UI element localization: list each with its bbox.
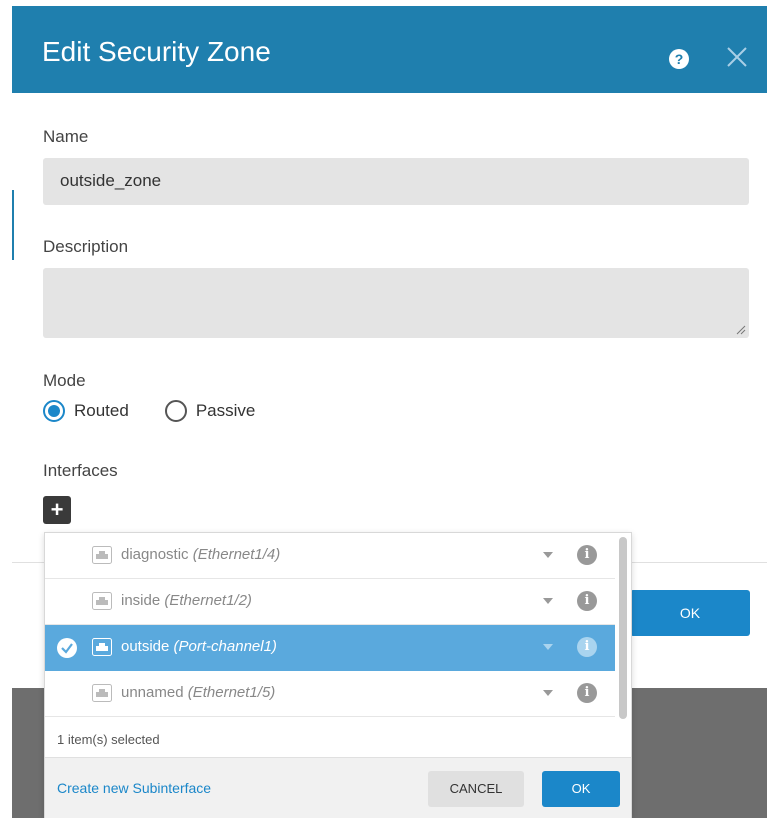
resize-grip-icon[interactable]: [736, 325, 746, 335]
description-label: Description: [43, 237, 129, 256]
picker-cancel-button[interactable]: CANCEL: [428, 771, 524, 807]
interfaces-label: Interfaces: [43, 461, 118, 480]
interface-icon: [92, 592, 112, 610]
name-input-value: outside_zone: [60, 171, 162, 190]
close-icon[interactable]: [724, 44, 750, 70]
mode-option-label: Passive: [195, 401, 256, 420]
chevron-down-icon[interactable]: [543, 598, 553, 604]
interface-icon: [92, 684, 112, 702]
info-icon[interactable]: i: [577, 683, 597, 703]
interface-row-label: outside (Port-channel1): [121, 638, 277, 655]
selected-count: 1 item(s) selected: [57, 732, 160, 747]
mode-option-routed[interactable]: Routed: [43, 400, 129, 422]
interface-list: diagnostic (Ethernet1/4) i inside (Ether…: [45, 533, 617, 723]
chevron-down-icon[interactable]: [543, 644, 553, 650]
name-label: Name: [43, 127, 89, 146]
info-icon[interactable]: i: [577, 545, 597, 565]
mode-option-passive[interactable]: Passive: [164, 400, 256, 422]
interface-row-inside[interactable]: inside (Ethernet1/2) i: [45, 579, 615, 625]
plus-icon: +: [50, 497, 64, 522]
interface-row-label: inside (Ethernet1/2): [121, 592, 252, 609]
chevron-down-icon[interactable]: [543, 690, 553, 696]
picker-ok-button[interactable]: OK: [542, 771, 620, 807]
mode-radio-group: Routed Passive: [43, 400, 291, 422]
chevron-down-icon[interactable]: [543, 552, 553, 558]
radio-unchecked-icon[interactable]: [164, 400, 187, 422]
picker-footer: Create new Subinterface CANCEL OK: [45, 757, 631, 818]
dialog-header: Edit Security Zone ?: [12, 6, 767, 93]
dialog-title: Edit Security Zone: [42, 36, 271, 67]
interface-icon: [92, 638, 112, 656]
dialog-ok-button[interactable]: OK: [630, 590, 750, 636]
interface-row-label: unnamed (Ethernet1/5): [121, 684, 276, 701]
interface-icon: [92, 546, 112, 564]
mode-label: Mode: [43, 371, 86, 390]
name-input[interactable]: outside_zone: [43, 158, 749, 205]
interface-row-diagnostic[interactable]: diagnostic (Ethernet1/4) i: [45, 533, 615, 579]
interface-picker-popup: diagnostic (Ethernet1/4) i inside (Ether…: [44, 532, 632, 818]
radio-checked-icon[interactable]: [43, 400, 65, 422]
interface-row-label: diagnostic (Ethernet1/4): [121, 546, 281, 563]
create-subinterface-link[interactable]: Create new Subinterface: [57, 780, 211, 796]
check-circle-icon: [57, 638, 77, 658]
info-icon[interactable]: i: [577, 591, 597, 611]
focus-indicator: [12, 190, 14, 260]
description-textarea[interactable]: [43, 268, 749, 338]
question-circle-icon[interactable]: ?: [669, 49, 689, 69]
interface-row-unnamed[interactable]: unnamed (Ethernet1/5) i: [45, 671, 615, 717]
info-icon[interactable]: i: [577, 637, 597, 657]
mode-option-label: Routed: [74, 401, 129, 420]
add-interface-button[interactable]: +: [43, 496, 71, 524]
list-scrollbar[interactable]: [619, 537, 627, 719]
interface-row-outside[interactable]: outside (Port-channel1) i: [45, 625, 615, 671]
